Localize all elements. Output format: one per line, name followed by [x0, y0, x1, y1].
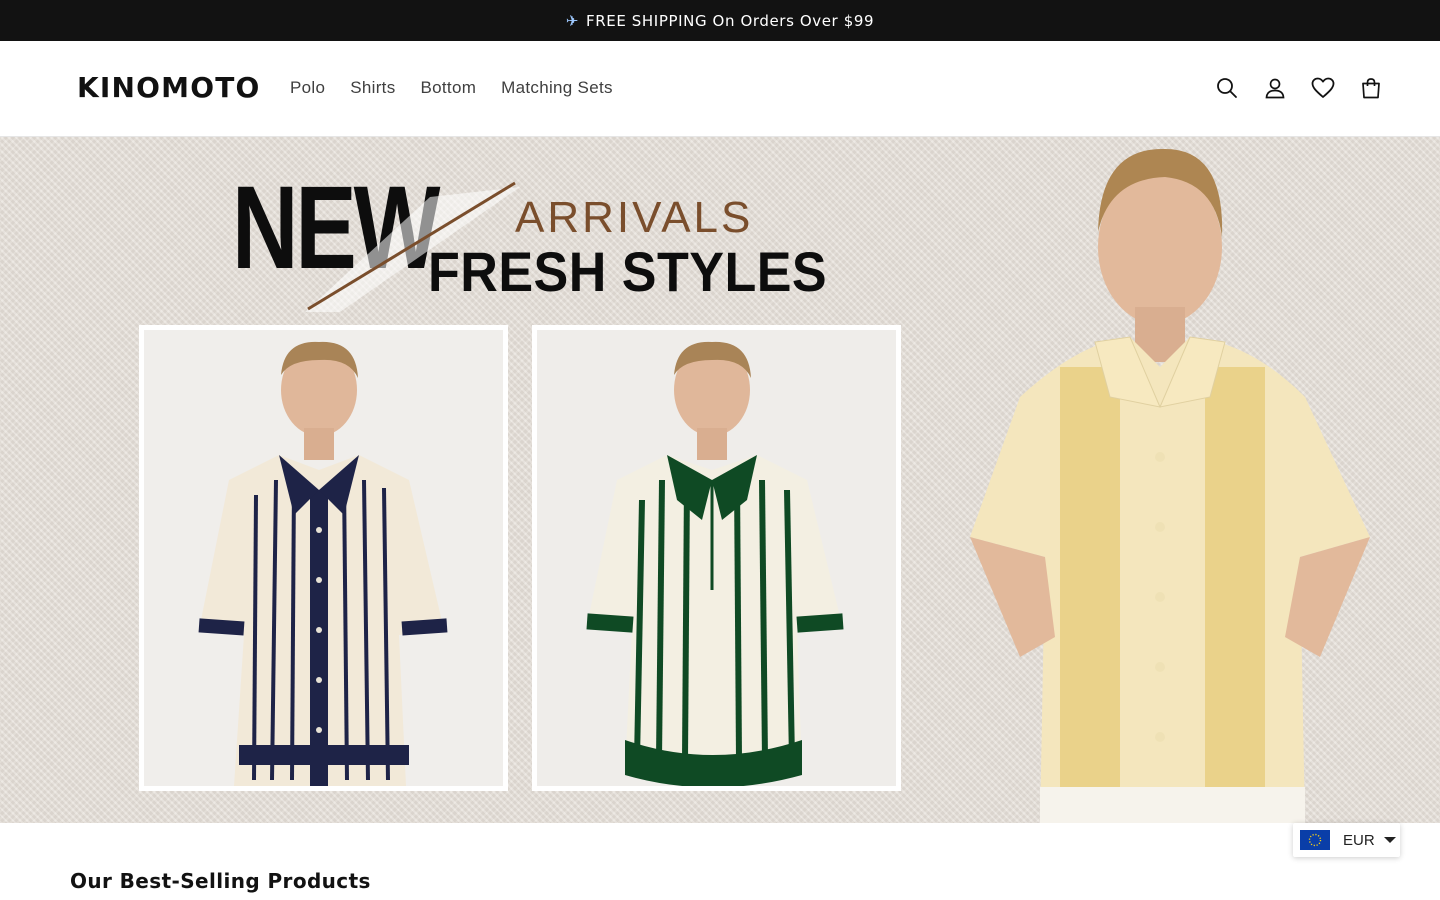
site-logo[interactable]: KINOMOTO	[77, 71, 261, 104]
currency-selector[interactable]: EUR	[1293, 823, 1400, 857]
nav-item-shirts[interactable]: Shirts	[350, 78, 395, 98]
main-nav: Polo Shirts Bottom Matching Sets	[290, 78, 638, 98]
hero-product-card-green[interactable]	[532, 325, 901, 791]
hero-headline-arrivals: ARRIVALS	[515, 193, 754, 242]
hero-headline-fresh-styles: FRESH STYLES	[428, 240, 828, 303]
nav-item-matching-sets[interactable]: Matching Sets	[501, 78, 613, 98]
green-stripe-knit-polo-image	[537, 330, 896, 786]
search-icon[interactable]	[1213, 74, 1241, 102]
yellow-stripe-knit-shirt-model-image	[970, 148, 1370, 823]
nav-item-polo[interactable]: Polo	[290, 78, 325, 98]
airplane-icon: ✈	[565, 11, 580, 30]
account-icon[interactable]	[1261, 74, 1289, 102]
eu-flag-icon	[1300, 830, 1330, 850]
announcement-text: FREE SHIPPING On Orders Over $99	[586, 11, 875, 30]
best-sellers-heading: Our Best-Selling Products	[70, 869, 371, 893]
hero-banner[interactable]: NEW ARRIVALS FRESH STYLES	[0, 137, 1440, 823]
header-icons	[1213, 74, 1385, 102]
hero-product-card-navy[interactable]	[139, 325, 508, 791]
announcement-bar: ✈ FREE SHIPPING On Orders Over $99	[0, 0, 1440, 41]
chevron-down-icon	[1383, 837, 1396, 843]
nav-item-bottom[interactable]: Bottom	[421, 78, 477, 98]
navy-stripe-knit-shirt-image	[144, 330, 503, 786]
wishlist-heart-icon[interactable]	[1309, 74, 1337, 102]
cart-bag-icon[interactable]	[1357, 74, 1385, 102]
currency-code: EUR	[1343, 831, 1375, 849]
site-header: KINOMOTO Polo Shirts Bottom Matching Set…	[0, 41, 1440, 137]
